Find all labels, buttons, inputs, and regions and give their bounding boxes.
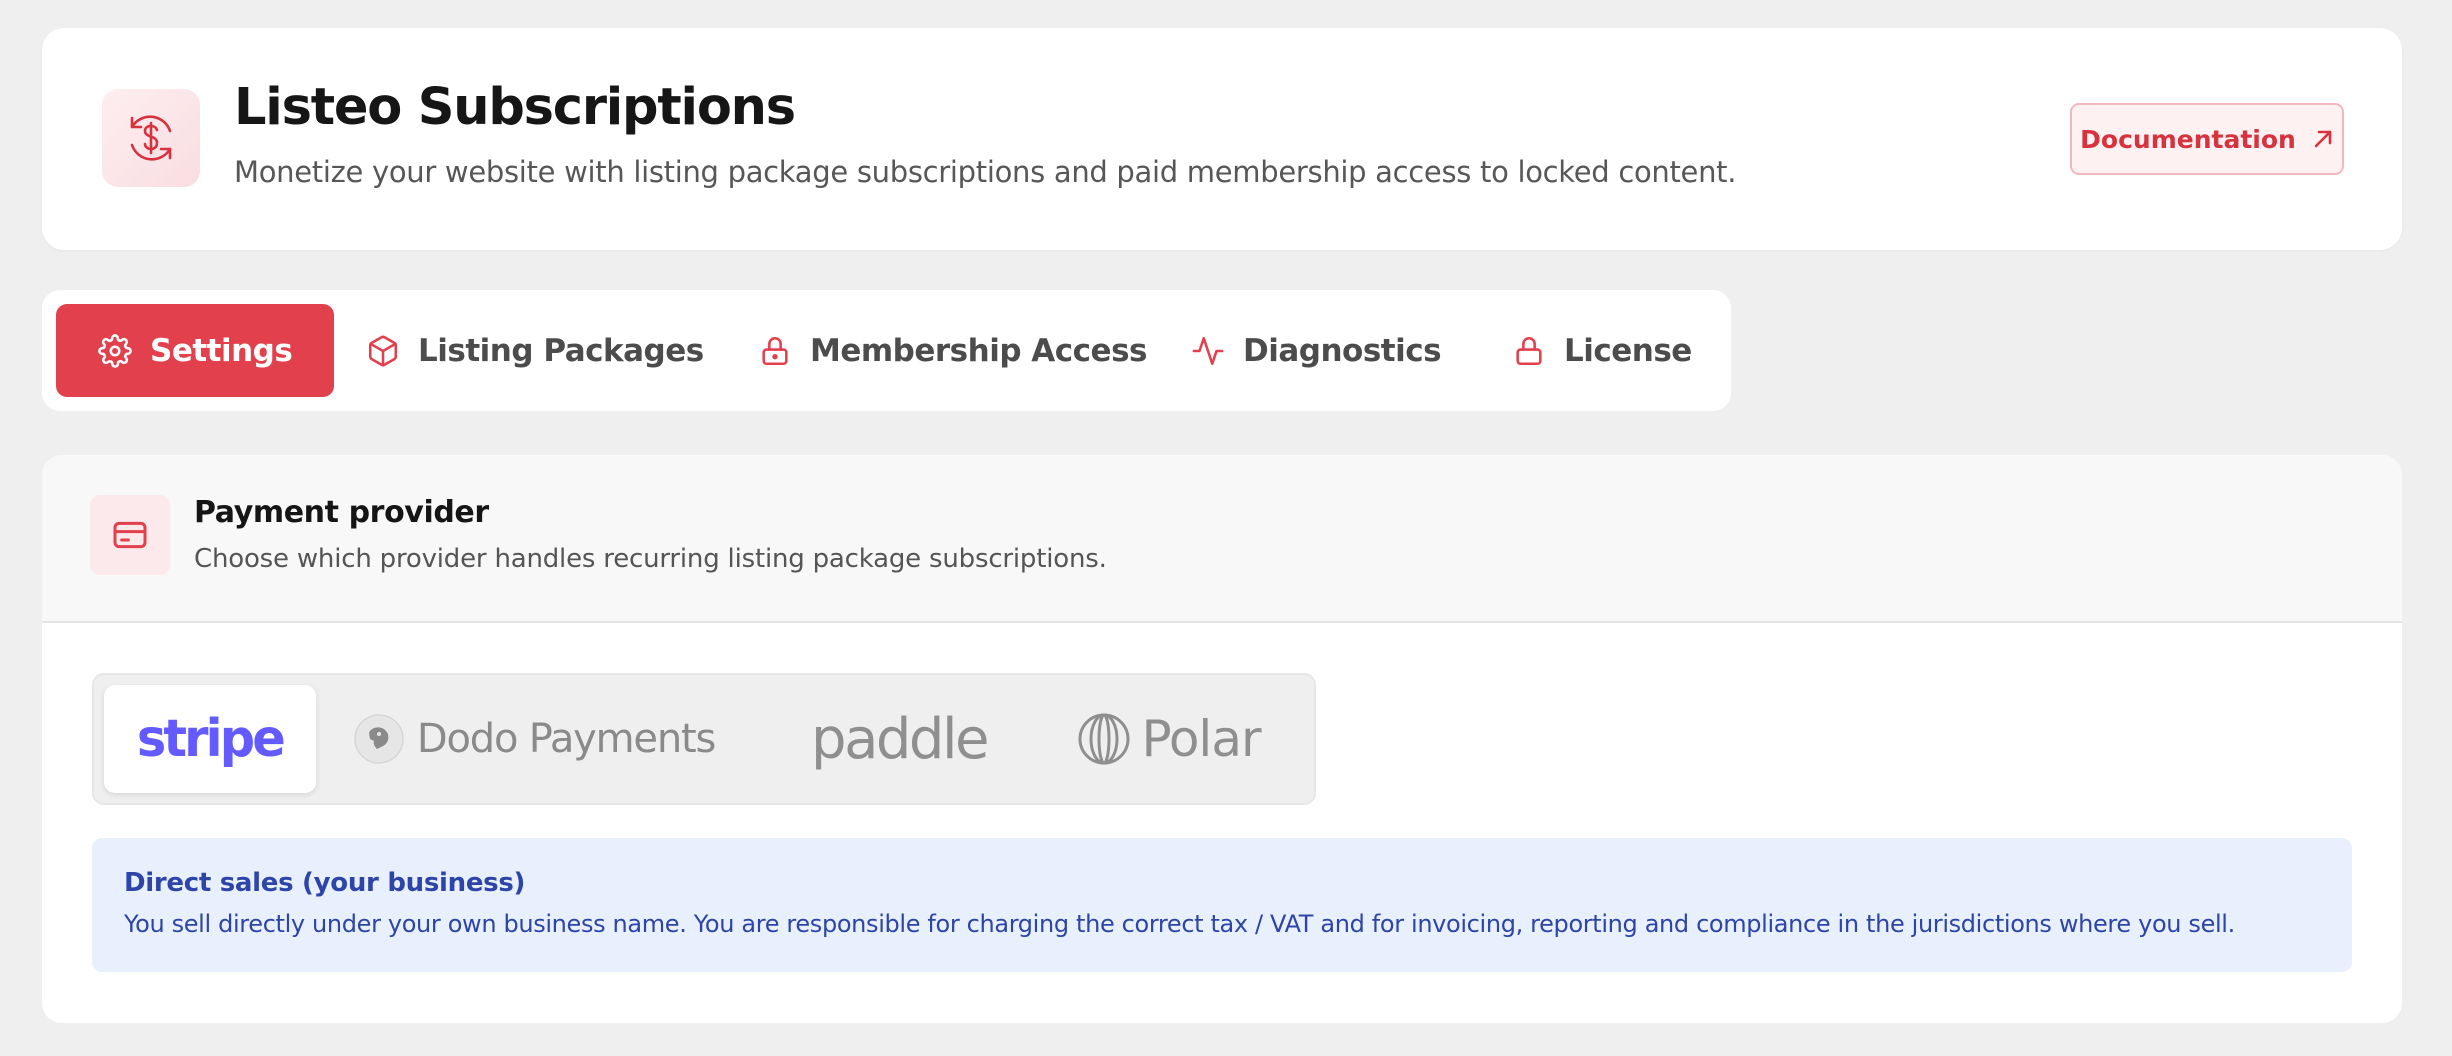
- polar-logo: Polar: [1141, 710, 1261, 768]
- page-subtitle: Monetize your website with listing packa…: [234, 155, 1737, 189]
- dodo-logo-icon: [353, 713, 405, 765]
- section-header: Payment provider Choose which provider h…: [42, 455, 2402, 623]
- tab-label: Membership Access: [810, 332, 1147, 369]
- section-description: Choose which provider handles recurring …: [194, 544, 1107, 574]
- tab-label: License: [1564, 332, 1692, 369]
- provider-option-polar[interactable]: Polar: [1054, 685, 1284, 793]
- provider-info-notice: Direct sales (your business) You sell di…: [92, 838, 2352, 972]
- settings-tabs: Settings Listing Packages Membership Acc…: [42, 290, 1731, 411]
- tab-settings[interactable]: Settings: [56, 304, 335, 397]
- external-arrow-icon: [2312, 128, 2334, 150]
- stripe-logo: stripe: [136, 709, 286, 769]
- provider-option-paddle[interactable]: paddle: [784, 685, 1014, 793]
- tab-diagnostics[interactable]: Diagnostics: [1191, 304, 1442, 397]
- pulse-icon: [1191, 334, 1225, 368]
- tab-label: Listing Packages: [418, 332, 704, 369]
- plugin-header: Listeo Subscriptions Monetize your websi…: [42, 28, 2402, 250]
- credit-card-icon: [90, 495, 170, 575]
- currency-refresh-icon: [102, 89, 200, 187]
- provider-option-stripe[interactable]: stripe: [104, 685, 316, 793]
- payment-provider-section: Payment provider Choose which provider h…: [42, 455, 2402, 1023]
- info-title: Direct sales (your business): [124, 868, 526, 898]
- package-icon: [366, 334, 400, 368]
- documentation-button[interactable]: Documentation: [2070, 103, 2344, 175]
- page-title: Listeo Subscriptions: [234, 78, 796, 137]
- lock-icon: [758, 334, 792, 368]
- section-title: Payment provider: [194, 495, 489, 530]
- paddle-logo: paddle: [811, 706, 989, 772]
- info-text: You sell directly under your own busines…: [124, 910, 2235, 938]
- provider-option-dodo-payments[interactable]: Dodo Payments: [354, 685, 716, 793]
- tab-license[interactable]: License: [1512, 304, 1692, 397]
- tab-listing-packages[interactable]: Listing Packages: [366, 304, 704, 397]
- tab-membership-access[interactable]: Membership Access: [758, 304, 1147, 397]
- documentation-label: Documentation: [2080, 124, 2296, 154]
- tab-label: Diagnostics: [1243, 332, 1442, 369]
- lock-icon: [1512, 334, 1546, 368]
- provider-selector: stripe Dodo Payments paddle Polar: [92, 673, 1316, 805]
- gear-icon: [98, 333, 132, 368]
- dodo-payments-logo: Dodo Payments: [416, 716, 716, 762]
- polar-logo-icon: [1077, 712, 1131, 766]
- tab-label: Settings: [150, 332, 293, 369]
